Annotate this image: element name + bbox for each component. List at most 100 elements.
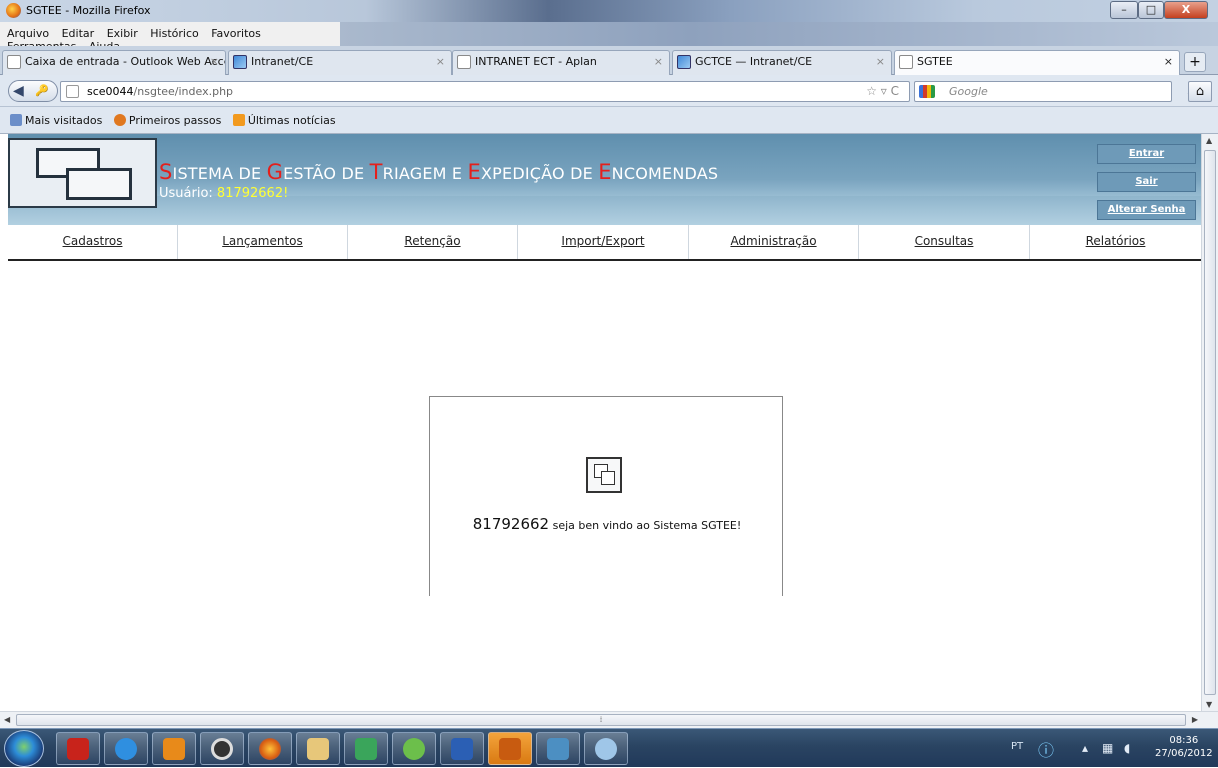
taskbar-firefox[interactable] — [248, 732, 292, 765]
bookmark-ultimas-noticias[interactable]: Últimas notícias — [232, 114, 336, 127]
volume-icon[interactable]: ◖ — [1124, 741, 1130, 755]
nav-consultas[interactable]: Consultas — [859, 225, 1030, 259]
clock-time: 08:36 — [1169, 735, 1199, 746]
horizontal-scroll-thumb[interactable]: ⁞ — [16, 714, 1186, 726]
tab-close-icon[interactable]: × — [654, 55, 663, 68]
clock-date: 27/06/2012 — [1155, 748, 1213, 759]
home-icon[interactable]: ⌂ — [1188, 81, 1212, 102]
tab-outlook[interactable]: Caixa de entrada - Outlook Web Acce... × — [2, 50, 226, 75]
scroll-up-icon[interactable]: ▲ — [1206, 136, 1212, 145]
site-identity-icon[interactable]: 🔑 — [35, 84, 49, 97]
taskbar-ie[interactable] — [104, 732, 148, 765]
bookmark-label: Mais visitados — [25, 114, 103, 127]
system-title: SISTEMA DE GESTÃO DE TRIAGEM E EXPEDIÇÃO… — [159, 160, 718, 184]
clock[interactable]: 08:36 27/06/2012 — [1155, 734, 1213, 760]
taskbar-network[interactable] — [344, 732, 388, 765]
vertical-scrollbar[interactable]: ▲ ▼ — [1201, 134, 1218, 711]
back-arrow-icon[interactable]: ◀ — [13, 83, 24, 99]
tab-intranet-ce[interactable]: Intranet/CE × — [228, 50, 452, 75]
entrar-button[interactable]: Entrar — [1097, 144, 1196, 164]
taskbar-word[interactable] — [440, 732, 484, 765]
firefox-icon — [6, 3, 21, 18]
taskbar-outlook[interactable] — [152, 732, 196, 765]
scroll-right-icon[interactable]: ▶ — [1192, 715, 1198, 724]
nav-administracao[interactable]: Administração — [689, 225, 859, 259]
taskbar-paint[interactable] — [584, 732, 628, 765]
taskbar-pictures[interactable] — [536, 732, 580, 765]
window-titlebar: SGTEE - Mozilla Firefox – □ X — [0, 0, 1218, 22]
info-icon[interactable]: ⓘ — [1038, 737, 1054, 761]
welcome-text: seja ben vindo ao Sistema SGTEE! — [549, 519, 742, 532]
rss-icon — [232, 114, 245, 126]
tab-close-icon[interactable]: × — [1164, 55, 1173, 68]
maximize-button[interactable]: □ — [1138, 1, 1164, 19]
title-word: RIAGEM E — [382, 164, 468, 183]
menu-favoritos[interactable]: Favoritos — [211, 27, 261, 40]
bookmark-mais-visitados[interactable]: Mais visitados — [10, 114, 102, 127]
page-icon — [899, 55, 913, 69]
vertical-scroll-thumb[interactable] — [1204, 150, 1216, 695]
tab-intranet-ect[interactable]: INTRANET ECT - Aplan × — [452, 50, 670, 75]
sair-button[interactable]: Sair — [1097, 172, 1196, 192]
app-nav: Cadastros Lançamentos Retenção Import/Ex… — [8, 225, 1201, 261]
title-initial: S — [159, 160, 173, 184]
nav-retencao[interactable]: Retenção — [348, 225, 518, 259]
url-bar[interactable]: sce0044/nsgtee/index.php ☆ ▿ C — [60, 81, 910, 102]
tab-sgtee[interactable]: SGTEE × — [894, 50, 1180, 75]
tab-bar: Caixa de entrada - Outlook Web Acce... ×… — [0, 46, 1218, 75]
nav-cadastros[interactable]: Cadastros — [8, 225, 178, 259]
tab-gctce[interactable]: GCTCE — Intranet/CE × — [672, 50, 892, 75]
google-icon[interactable] — [919, 85, 935, 98]
folder-icon — [307, 738, 329, 760]
taskbar-media[interactable] — [200, 732, 244, 765]
alterar-senha-button[interactable]: Alterar Senha — [1097, 200, 1196, 220]
scroll-down-icon[interactable]: ▼ — [1206, 700, 1212, 709]
menu-arquivo[interactable]: Arquivo — [7, 27, 49, 40]
java-icon — [499, 738, 521, 760]
back-forward-buttons[interactable]: ◀ 🔑 — [8, 80, 58, 102]
tab-close-icon[interactable]: × — [210, 55, 219, 68]
bookmark-primeiros-passos[interactable]: Primeiros passos — [113, 114, 221, 127]
url-text[interactable]: sce0044/nsgtee/index.php — [87, 85, 233, 98]
internet-explorer-icon — [115, 738, 137, 760]
app-header: SISTEMA DE GESTÃO DE TRIAGEM E EXPEDIÇÃO… — [8, 134, 1201, 225]
language-indicator[interactable]: PT — [1011, 741, 1023, 752]
title-initial: E — [598, 160, 612, 184]
network-tray-icon[interactable]: ▦ — [1102, 741, 1113, 755]
welcome-user-id: 81792662 — [472, 515, 550, 533]
taskbar-acrobat[interactable] — [56, 732, 100, 765]
taskbar-java[interactable] — [488, 732, 532, 765]
menu-editar[interactable]: Editar — [62, 27, 95, 40]
tab-close-icon[interactable]: × — [876, 55, 885, 68]
horizontal-scrollbar[interactable]: ◀ ⁞ ▶ — [0, 711, 1218, 728]
close-window-button[interactable]: X — [1164, 1, 1208, 19]
logo-document-front — [66, 168, 132, 200]
tab-label: Intranet/CE — [251, 55, 314, 68]
minimize-button[interactable]: – — [1110, 1, 1138, 19]
taskbar-messenger[interactable] — [392, 732, 436, 765]
bookmarks-toolbar: Mais visitados Primeiros passos Últimas … — [0, 107, 1218, 134]
taskbar-explorer[interactable] — [296, 732, 340, 765]
start-button[interactable] — [4, 730, 44, 767]
titlebar-background — [340, 22, 1218, 46]
menu-exibir[interactable]: Exibir — [107, 27, 138, 40]
menu-historico[interactable]: Histórico — [150, 27, 198, 40]
nav-lancamentos[interactable]: Lançamentos — [178, 225, 348, 259]
title-initial: T — [369, 160, 383, 184]
tab-label: SGTEE — [917, 55, 953, 68]
page-icon — [7, 55, 21, 69]
word-icon — [451, 738, 473, 760]
bookmark-star-icon[interactable]: ☆ ▿ C — [866, 84, 899, 98]
scroll-left-icon[interactable]: ◀ — [4, 715, 10, 724]
tray-arrow-icon[interactable]: ▴ — [1082, 741, 1088, 755]
url-host: sce0044 — [87, 85, 134, 98]
new-tab-button[interactable]: + — [1184, 52, 1206, 72]
user-suffix: ! — [283, 186, 289, 201]
nav-relatorios[interactable]: Relatórios — [1030, 225, 1201, 259]
search-bar[interactable]: Google ⌕ — [914, 81, 1195, 102]
bookmark-icon — [10, 114, 22, 126]
welcome-panel: 81792662 seja ben vindo ao Sistema SGTEE… — [429, 396, 783, 596]
nav-import-export[interactable]: Import/Export — [518, 225, 689, 259]
tab-close-icon[interactable]: × — [436, 55, 445, 68]
user-label: Usuário: — [159, 186, 217, 201]
